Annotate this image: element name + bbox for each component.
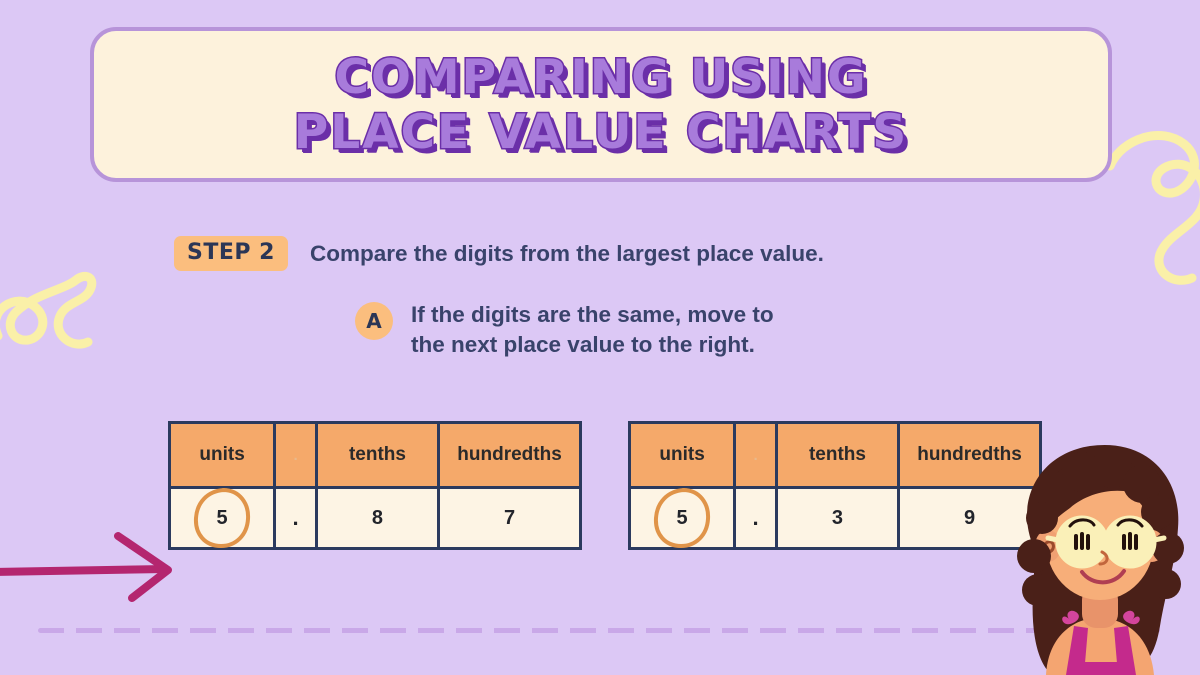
value-cell-hundredths: 7 — [437, 489, 579, 547]
value-cell-decimal-point: . — [273, 489, 315, 547]
table-header-row: units . tenths hundredths — [631, 424, 1039, 486]
page-title-line-1: Comparing Using — [333, 48, 868, 106]
step-badge: Step 2 — [174, 236, 288, 271]
header-cell-decimal-point: . — [273, 424, 315, 486]
sub-item-badge-a: A — [355, 302, 393, 340]
step-instruction-text: Compare the digits from the largest plac… — [309, 240, 824, 266]
sub-item-row: A If the digits are the same, move to th… — [355, 300, 774, 360]
yellow-squiggle-doodle-left — [0, 271, 97, 349]
value-cell-units: 5 — [631, 488, 734, 549]
title-card: Comparing Using Place Value Charts — [90, 27, 1112, 182]
value-cell-hundredths: 9 — [897, 489, 1039, 547]
step-row: Step 2 Compare the digits from the large… — [174, 236, 824, 271]
value-cell-decimal-point: . — [733, 489, 775, 547]
header-cell-hundredths: hundredths — [437, 424, 579, 486]
value-units: 5 — [216, 506, 228, 529]
magenta-arrow-doodle — [0, 532, 172, 602]
header-cell-units: units — [171, 424, 274, 486]
header-cell-decimal-point: . — [733, 424, 775, 486]
value-cell-units: 5 — [171, 488, 274, 549]
value-cell-tenths: 8 — [314, 489, 438, 547]
table-row: 5 . 3 9 — [631, 486, 1039, 549]
value-units: 5 — [676, 506, 688, 529]
header-cell-tenths: tenths — [314, 424, 438, 486]
header-cell-units: units — [631, 424, 734, 486]
page-title-line-2: Place Value Charts — [292, 103, 909, 161]
table-header-row: units . tenths hundredths — [171, 424, 579, 486]
value-cell-tenths: 3 — [774, 489, 898, 547]
dashed-divider — [38, 628, 1160, 633]
slide-canvas: Comparing Using Place Value Charts Step … — [0, 0, 1200, 675]
right-place-value-chart: units . tenths hundredths 5 . 3 9 — [628, 421, 1042, 550]
header-cell-hundredths: hundredths — [897, 424, 1039, 486]
yellow-squiggle-doodle-right — [1108, 131, 1200, 285]
table-row: 5 . 8 7 — [171, 486, 579, 549]
sub-item-text: If the digits are the same, move to the … — [411, 302, 774, 357]
left-place-value-chart: units . tenths hundredths 5 . 8 7 — [168, 421, 582, 550]
header-cell-tenths: tenths — [774, 424, 898, 486]
